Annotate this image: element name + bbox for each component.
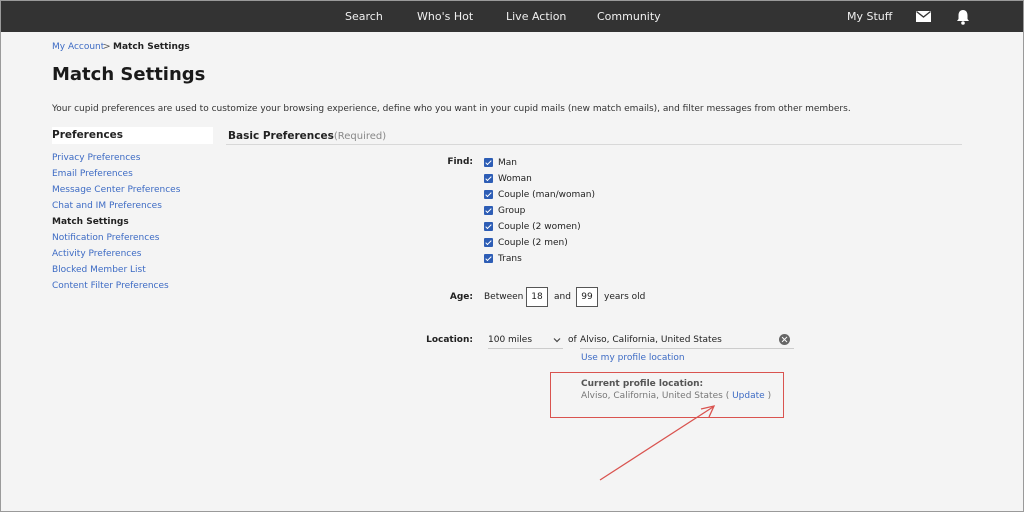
annotation-arrow-icon <box>599 405 716 481</box>
page-frame: Search Who's Hot Live Action Community M… <box>0 0 1024 512</box>
